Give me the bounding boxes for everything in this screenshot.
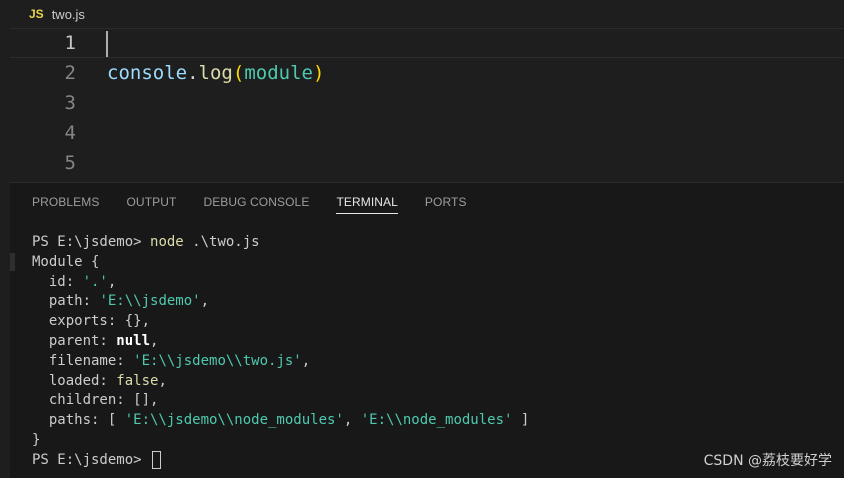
terminal-line: exports: {}, — [32, 313, 151, 330]
line-number: 5 — [64, 152, 76, 174]
panel-tabs: PROBLEMS OUTPUT DEBUG CONSOLE TERMINAL P… — [10, 183, 472, 221]
breadcrumb[interactable]: JS two.js — [0, 0, 844, 28]
javascript-file-icon: JS — [29, 7, 44, 21]
text-cursor — [106, 31, 108, 57]
tab-ports[interactable]: PORTS — [425, 183, 467, 221]
tab-debug-console[interactable]: DEBUG CONSOLE — [203, 183, 309, 221]
terminal-line: id: '.', — [32, 273, 117, 290]
terminal-line: Module { — [32, 253, 100, 270]
terminal-line: PS E:\jsdemo> node .\two.js — [32, 234, 260, 250]
tab-problems[interactable]: PROBLEMS — [32, 183, 100, 221]
editor-line-4[interactable]: 4 — [10, 118, 844, 148]
bottom-panel: PROBLEMS OUTPUT DEBUG CONSOLE TERMINAL P… — [10, 182, 844, 478]
terminal-output[interactable]: PS E:\jsdemo> node .\two.js Module { id:… — [32, 233, 832, 471]
code-text: console.log(module) — [107, 62, 325, 84]
line-number: 2 — [64, 62, 76, 84]
breadcrumb-filename[interactable]: two.js — [52, 7, 85, 22]
terminal-line: filename: 'E:\\jsdemo\\two.js', — [32, 352, 311, 369]
line-number: 3 — [64, 92, 76, 114]
editor-line-2[interactable]: 2 console.log(module) — [10, 58, 844, 88]
tab-terminal[interactable]: TERMINAL — [336, 183, 399, 221]
editor-line-3[interactable]: 3 — [10, 88, 844, 118]
tab-output[interactable]: OUTPUT — [127, 183, 177, 221]
terminal-line: } — [32, 431, 41, 448]
terminal-line: parent: null, — [32, 332, 159, 349]
terminal-line: paths: [ 'E:\\jsdemo\\node_modules', 'E:… — [32, 412, 530, 429]
editor-line-1[interactable]: 1 — [10, 28, 844, 58]
terminal-line: loaded: false, — [32, 372, 167, 389]
line-number: 1 — [64, 32, 76, 54]
terminal-line: path: 'E:\\jsdemo', — [32, 293, 210, 310]
terminal-cursor — [152, 450, 162, 469]
editor-line-5[interactable]: 5 — [10, 148, 844, 178]
terminal-command-marker — [10, 253, 15, 271]
line-number: 4 — [64, 122, 76, 144]
code-editor[interactable]: 1 2 console.log(module) 3 4 5 — [10, 28, 844, 182]
watermark: CSDN @荔枝要好学 — [703, 453, 832, 469]
terminal-line: children: [], — [32, 392, 159, 409]
